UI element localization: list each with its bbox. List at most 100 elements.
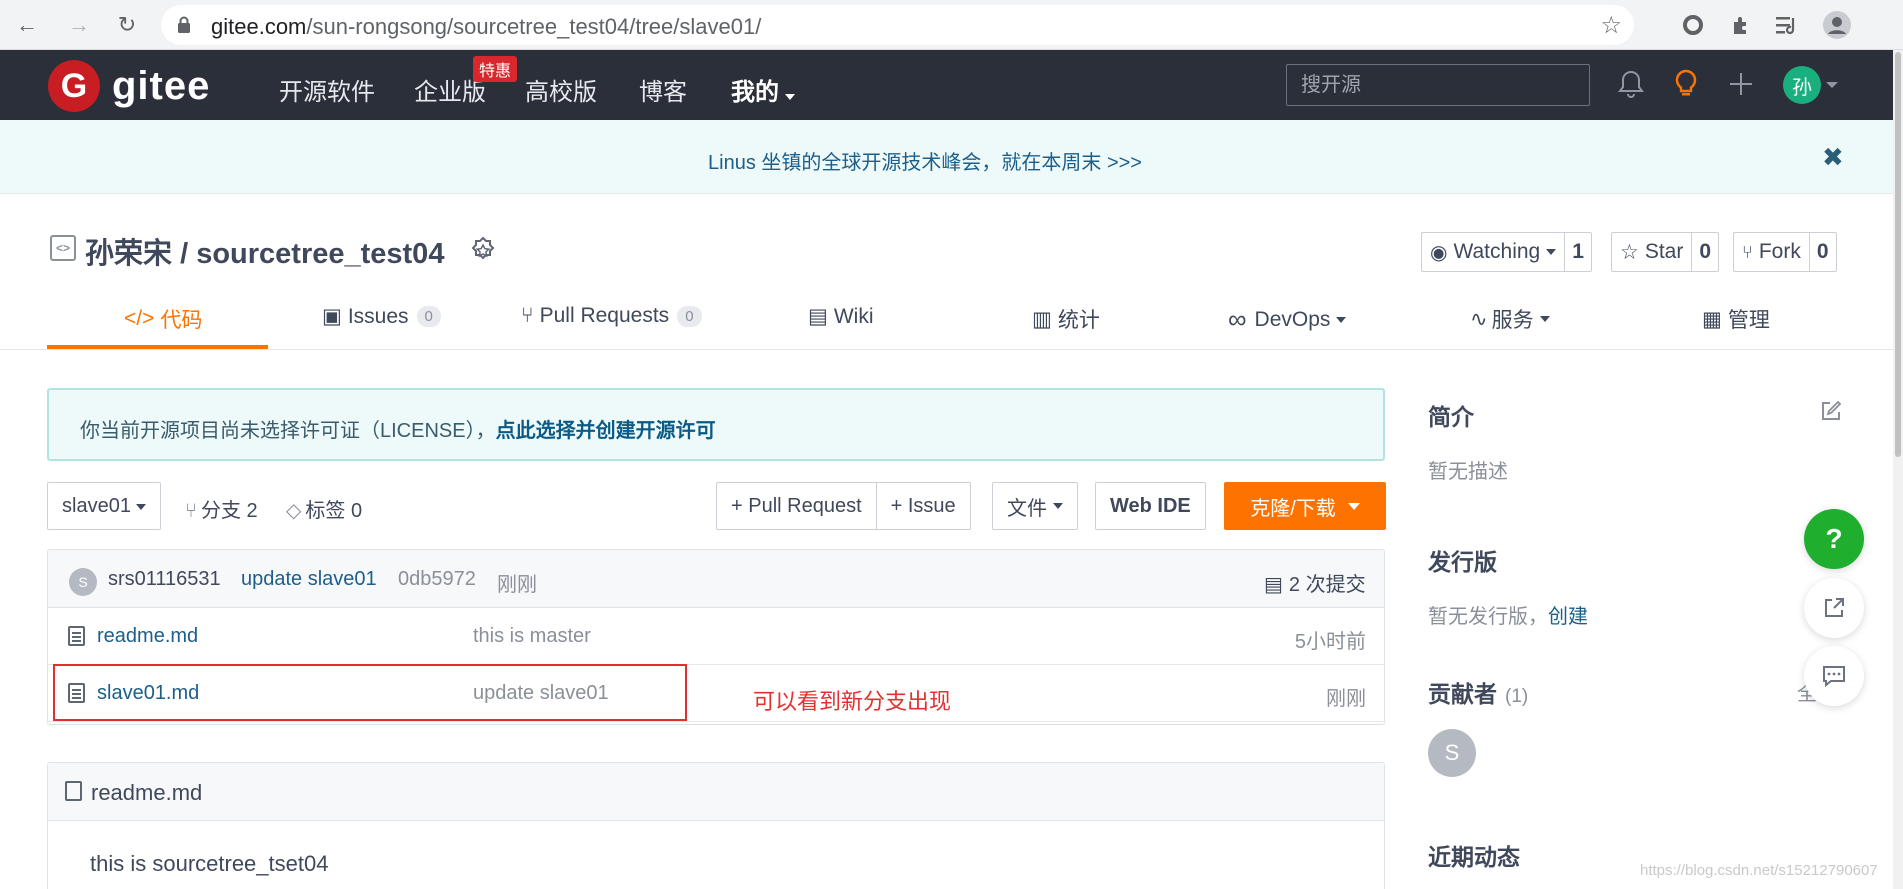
chevron-down-icon [1546,249,1557,255]
table-row: readme.md this is master 5小时前 [48,608,1384,665]
contributors-heading: 贡献者 (1) [1428,681,1529,707]
watch-count[interactable]: 1 [1564,233,1591,271]
commit-author[interactable]: srs01116531 [108,568,221,591]
scrollbar-thumb[interactable] [1895,52,1901,457]
repo-owner[interactable]: 孙荣宋 [85,238,172,270]
user-avatar[interactable]: 孙 [1783,66,1821,104]
commit-list-icon: ▤ [1264,574,1283,596]
license-notice: 你当前开源项目尚未选择许可证（LICENSE），点此选择并创建开源许可 [47,388,1385,461]
repo-title: 孙荣宋 / sourcetree_test04 [85,238,445,270]
pr-issue-group: + Pull Request + Issue [716,482,971,530]
annotation-highlight-box [53,664,687,721]
avatar[interactable]: S [69,568,97,596]
tab-issues[interactable]: ▣ Issues 0 [322,304,441,329]
nav-open-source[interactable]: 开源软件 [279,72,375,107]
repo-name[interactable]: sourcetree_test04 [196,238,444,270]
commit-count-link[interactable]: ▤ 2 次提交 [1264,568,1366,597]
tab-stats[interactable]: ▥ 统计 [1032,304,1100,334]
recommend-badge-icon[interactable] [468,236,498,266]
file-commit-message[interactable]: this is master [473,625,591,648]
star-icon: ☆ [1620,240,1639,264]
avatar[interactable]: S [1428,729,1476,777]
nav-university[interactable]: 高校版 [525,72,597,107]
code-repo-icon: <> [50,235,76,261]
chat-icon[interactable] [1804,646,1864,706]
nav-mine[interactable]: 我的 [731,72,795,107]
share-icon[interactable] [1804,578,1864,638]
nav-blog[interactable]: 博客 [639,72,687,107]
file-commit-time: 刚刚 [1326,688,1366,710]
lock-icon [178,16,190,33]
branch-select[interactable]: slave01 [47,482,161,530]
web-ide-button[interactable]: Web IDE [1095,482,1206,530]
announcement-banner: Linus 坐镇的全球开源技术峰会，就在本周末 >>> ✖ [0,120,1893,194]
tab-pull-requests[interactable]: ⑂ Pull Requests 0 [521,304,702,328]
reload-icon[interactable]: ↻ [110,8,144,42]
chevron-down-icon [1336,316,1347,323]
pull-request-icon: ⑂ [521,304,534,327]
pulse-icon: ∿ [1470,307,1488,331]
pulls-count: 0 [677,305,702,327]
close-icon[interactable]: ✖ [1822,142,1844,173]
clone-download-button[interactable]: 克隆/下载 [1224,482,1386,530]
page-scrollbar[interactable] [1893,50,1903,889]
manage-icon: ▦ [1702,307,1722,331]
new-pull-request-button[interactable]: + Pull Request [717,483,876,529]
url-text: gitee.com/sun-rongsong/sourcetree_test04… [211,14,762,39]
fork-button[interactable]: ⑂ Fork 0 [1733,232,1837,272]
star-button[interactable]: ☆ Star 0 [1611,232,1720,272]
tab-code[interactable]: </> 代码 [124,304,202,334]
address-bar[interactable]: gitee.com/sun-rongsong/sourcetree_test04… [161,5,1634,45]
create-release-link[interactable]: 创建 [1548,606,1588,628]
annotation-text: 可以看到新分支出现 [753,690,952,715]
tab-wiki[interactable]: ▤ Wiki [808,304,874,329]
star-count[interactable]: 0 [1691,233,1718,271]
search-input[interactable]: 搜开源 [1286,64,1590,106]
active-tab-underline [47,345,268,349]
bell-icon[interactable] [1613,66,1649,102]
help-button[interactable]: ? [1804,509,1864,569]
fork-count[interactable]: 0 [1808,233,1836,271]
chevron-down-icon[interactable] [1826,82,1838,88]
latest-commit-bar: S srs01116531 update slave01 0db5972 刚刚 … [48,550,1384,608]
file-name-link[interactable]: readme.md [97,625,198,648]
file-commit-time: 5小时前 [1294,631,1366,653]
release-text: 暂无发行版，创建 [1428,606,1588,628]
book-icon: ▤ [808,305,828,328]
license-notice-text: 你当前开源项目尚未选择许可证（LICENSE）， [80,420,496,442]
file-icon [65,781,82,801]
contributors-count: (1) [1505,686,1529,707]
tags-link[interactable]: ◇ 标签 0 [286,494,362,523]
plus-icon[interactable] [1723,66,1759,102]
fork-icon: ⑂ [1742,241,1753,262]
browser-toolbar: ← → ↻ gitee.com/sun-rongsong/sourcetree_… [0,0,1903,50]
extension-circle-icon[interactable] [1676,8,1710,42]
tag-icon: ◇ [286,500,302,522]
chevron-down-icon [136,504,146,510]
profile-icon[interactable] [1820,8,1854,42]
lightbulb-icon[interactable] [1668,66,1704,102]
bookmark-star-icon[interactable]: ☆ [1600,11,1622,40]
file-menu-button[interactable]: 文件 [992,482,1078,530]
gitee-logo[interactable]: G gitee [48,60,210,112]
reading-list-icon[interactable] [1770,8,1804,42]
branches-link[interactable]: ⑂ 分支 2 [185,494,258,523]
watch-button[interactable]: ◉ Watching 1 [1421,232,1592,272]
chevron-down-icon [1539,316,1550,322]
commit-message[interactable]: update slave01 [241,568,377,591]
commit-time: 刚刚 [497,574,537,596]
extensions-puzzle-icon[interactable] [1724,8,1758,42]
new-issue-button[interactable]: + Issue [875,483,970,529]
announcement-link[interactable]: Linus 坐镇的全球开源技术峰会，就在本周末 >>> [0,146,1850,175]
repo-tabs [0,290,1893,350]
back-arrow-icon[interactable]: ← [10,8,44,42]
edit-icon[interactable] [1820,400,1842,422]
license-create-link[interactable]: 点此选择并创建开源许可 [496,420,716,442]
tab-services[interactable]: ∿ 服务 [1470,304,1550,334]
activity-heading: 近期动态 [1428,844,1520,870]
code-icon: </> [124,307,155,330]
commit-hash[interactable]: 0db5972 [398,568,476,591]
tab-manage[interactable]: ▦ 管理 [1702,304,1770,334]
tab-devops[interactable]: ∞ DevOps [1228,304,1347,335]
forward-arrow-icon[interactable]: → [62,8,96,42]
